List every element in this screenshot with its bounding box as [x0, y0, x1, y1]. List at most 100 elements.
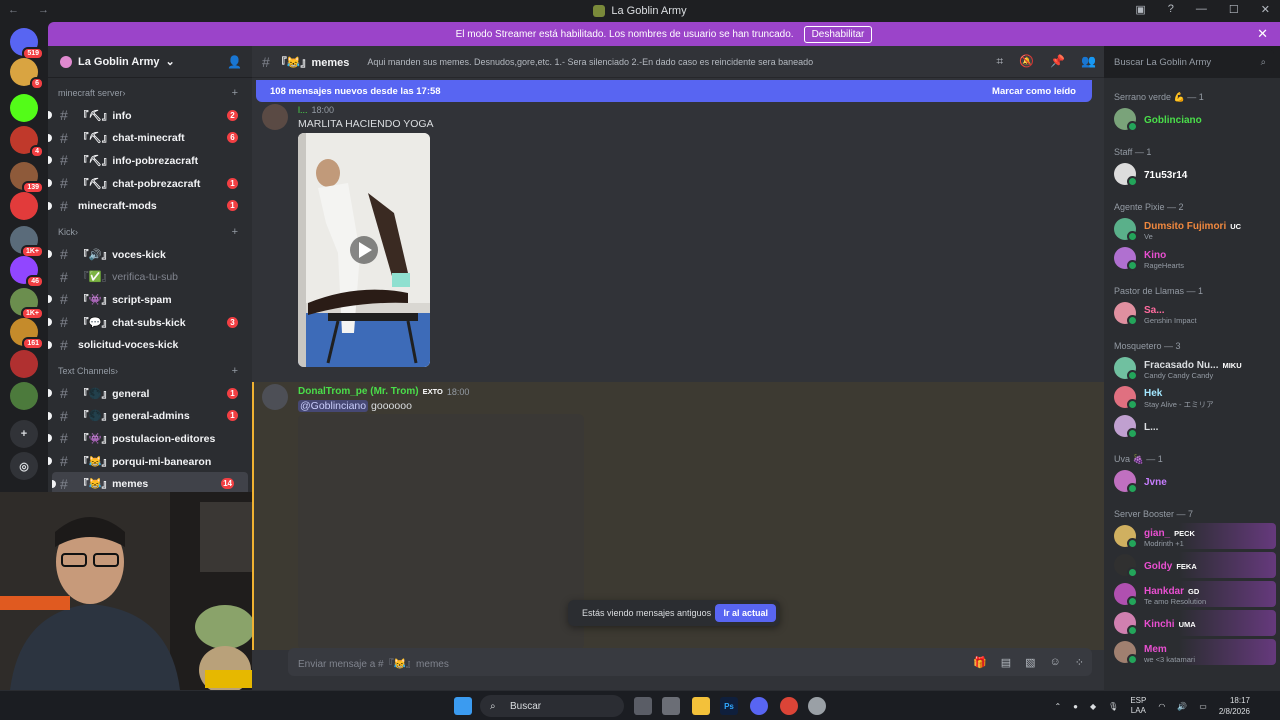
maximize-icon[interactable]: ☐ [1229, 3, 1239, 16]
task-view-icon[interactable] [634, 697, 652, 715]
notifications-muted-icon[interactable]: 🔕 [1019, 54, 1034, 69]
member-item[interactable]: Fracasado Nu... MIKU Candy Candy Candy [1114, 355, 1276, 381]
volume-icon[interactable]: 🔊 [1177, 702, 1187, 711]
member-item[interactable]: Kinchi UMA [1114, 610, 1276, 636]
server-icon[interactable] [10, 94, 38, 122]
channel-item[interactable]: # 『😹』memes 14 [52, 472, 248, 492]
tray-overflow-icon[interactable]: ⌃ [1054, 702, 1061, 711]
mark-as-read-button[interactable]: Marcar como leído [992, 86, 1076, 97]
server-icon[interactable]: 1K+ [10, 288, 44, 320]
inbox-icon[interactable]: ▣ [1135, 3, 1145, 16]
pinned-messages-icon[interactable]: 📌 [1050, 54, 1065, 69]
channel-item[interactable]: # minecraft-mods 1 [48, 194, 252, 217]
avatar[interactable] [262, 384, 288, 410]
threads-icon[interactable]: ⌗ [996, 54, 1003, 69]
help-icon[interactable]: ? [1168, 3, 1174, 16]
channel-item[interactable]: # 『💬』chat-subs-kick 3 [48, 311, 252, 334]
channel-item[interactable]: # 『⛏』info-pobrezacraft [48, 149, 252, 172]
server-icon[interactable]: 4 [10, 126, 44, 158]
close-banner-icon[interactable]: ✕ [1257, 26, 1268, 42]
add-channel-icon[interactable]: + [232, 226, 238, 238]
avatar[interactable] [262, 104, 288, 130]
language-indicator[interactable]: ESP LAA [1130, 696, 1146, 716]
channel-item[interactable]: # 『🌑』general 1 [48, 382, 252, 405]
jump-to-present-button[interactable]: Ir al actual [715, 604, 776, 622]
tray-app-icon[interactable]: ● [1073, 702, 1078, 711]
gif-icon[interactable]: ▤ [1001, 656, 1011, 669]
emoji-icon[interactable]: ☺ [1050, 656, 1061, 669]
member-item[interactable]: Sa... Genshin Impact [1114, 300, 1276, 326]
sticker-icon[interactable]: ▧ [1025, 656, 1035, 669]
message-composer[interactable]: Enviar mensaje a #『😹』memes 🎁 ▤ ▧ ☺ ⁘ [288, 648, 1092, 676]
wifi-icon[interactable]: ◠ [1158, 702, 1165, 711]
channel-category[interactable]: Kick › + [48, 221, 252, 243]
channel-topic[interactable]: Aqui manden sus memes. Desnudos,gore,etc… [367, 57, 813, 67]
battery-icon[interactable]: ▭ [1199, 702, 1207, 711]
server-icon[interactable]: 46 [10, 256, 44, 288]
microphone-icon[interactable]: 🎙 [1108, 702, 1118, 711]
channel-category[interactable]: minecraft server › + [48, 82, 252, 104]
discover-icon[interactable]: ◎ [10, 452, 38, 480]
channel-item[interactable]: # 『👾』postulacion-editores [48, 427, 252, 450]
photoshop-icon[interactable]: Ps [720, 697, 738, 715]
message-author[interactable]: DonalTrom_pe (Mr. Trom) [298, 386, 419, 397]
media-attachment[interactable] [298, 414, 584, 650]
channel-item[interactable]: # 『⛏』chat-minecraft 6 [48, 127, 252, 150]
apps-icon[interactable]: ⁘ [1075, 656, 1084, 669]
server-icon[interactable]: 139 [10, 162, 44, 194]
channel-item[interactable]: # 『😹』porqui-mi-banearon [48, 450, 252, 473]
server-icon[interactable]: 6 [10, 58, 44, 90]
tray-app-icon[interactable]: ◆ [1090, 702, 1096, 711]
disable-streamer-button[interactable]: Deshabilitar [803, 25, 873, 43]
server-icon[interactable] [10, 382, 38, 410]
channel-item[interactable]: # 『🌑』general-admins 1 [48, 405, 252, 428]
message-author[interactable]: l... [298, 105, 308, 115]
windows-start-icon[interactable] [454, 697, 472, 715]
channel-item[interactable]: # 『⛏』info 2 [48, 104, 252, 127]
unread-badge: 161 [22, 337, 44, 350]
app-icon[interactable] [808, 697, 826, 715]
member-item[interactable]: Goblinciano [1114, 106, 1276, 132]
taskbar-search[interactable]: ⌕ Buscar [480, 695, 624, 717]
gift-icon[interactable]: 🎁 [973, 656, 987, 669]
server-icon[interactable]: 519 [10, 28, 44, 60]
chrome-icon[interactable] [780, 697, 798, 715]
member-item[interactable]: Kino RageHearts [1114, 245, 1276, 271]
member-item[interactable]: Goldy FEKA [1114, 552, 1276, 578]
member-item[interactable]: Hek Stay Alive - エミリア [1114, 384, 1276, 410]
server-icon[interactable] [10, 192, 38, 220]
channel-item[interactable]: # solicitud-voces-kick [48, 333, 252, 356]
add-server-icon[interactable]: + [10, 420, 38, 448]
channel-category[interactable]: Text Channels › + [48, 360, 252, 382]
clock[interactable]: 18:17 2/8/2026 [1219, 695, 1250, 717]
minimize-icon[interactable]: — [1196, 3, 1207, 16]
add-member-icon[interactable]: 👤 [227, 55, 242, 69]
file-explorer-icon[interactable] [692, 697, 710, 715]
channel-item[interactable]: # 『✅』verifica-tu-sub [48, 266, 252, 289]
member-item[interactable]: L... [1114, 413, 1276, 439]
server-icon[interactable]: 1K+ [10, 226, 44, 258]
add-channel-icon[interactable]: + [232, 87, 238, 99]
channel-item[interactable]: # 『👾』script-spam [48, 288, 252, 311]
member-item[interactable]: Hankdar GD Te amo Resolution [1114, 581, 1276, 607]
close-icon[interactable]: ✕ [1261, 3, 1270, 16]
discord-icon[interactable] [750, 697, 768, 715]
server-header[interactable]: La Goblin Army ⌄ 👤 [48, 46, 252, 78]
server-icon[interactable] [10, 350, 38, 378]
member-item[interactable]: Dumsito Fujimori UC Ve [1114, 216, 1276, 242]
user-mention[interactable]: @Goblinciano [298, 400, 369, 412]
member-item[interactable]: Mem we <3 katamari [1114, 639, 1276, 665]
server-search-input[interactable]: Buscar La Goblin Army ⌕ [1104, 50, 1274, 74]
channel-item[interactable]: # 『🔊』voces-kick [48, 243, 252, 266]
channel-item[interactable]: # 『⛏』chat-pobrezacraft 1 [48, 172, 252, 195]
app-icon[interactable] [662, 697, 680, 715]
member-item[interactable]: gian_ PECK Modrinth +1 [1114, 523, 1276, 549]
member-item[interactable]: 71u53r14 [1114, 161, 1276, 187]
add-channel-icon[interactable]: + [232, 365, 238, 377]
server-icon[interactable]: 161 [10, 318, 44, 350]
member-list-icon[interactable]: 👥 [1081, 54, 1096, 69]
back-forward-icons[interactable]: ← → [8, 4, 57, 16]
new-messages-bar[interactable]: 108 mensajes nuevos desde las 17:58 Marc… [256, 80, 1092, 102]
video-attachment[interactable] [298, 133, 430, 367]
member-item[interactable]: Jvne [1114, 468, 1276, 494]
